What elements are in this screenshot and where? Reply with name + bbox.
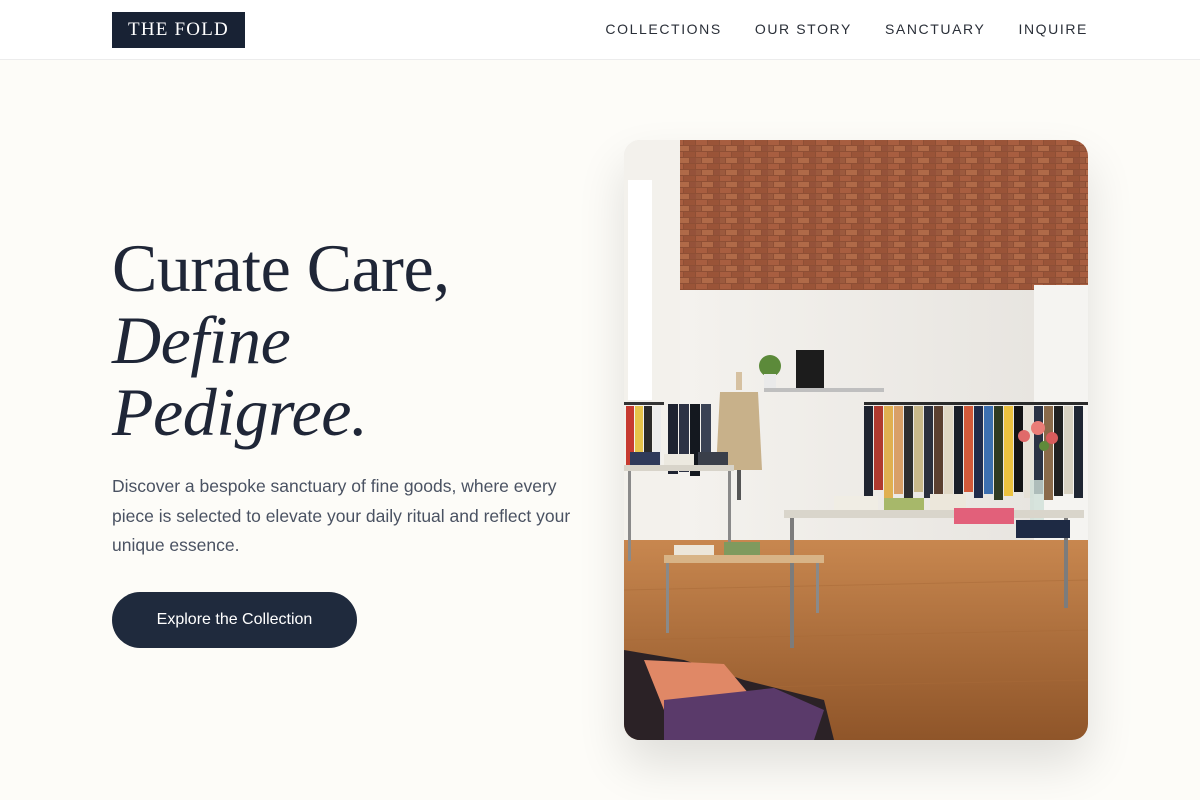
nav-item-sanctuary[interactable]: SANCTUARY <box>885 19 986 39</box>
hero-title-line-1: Curate Care, <box>112 230 450 306</box>
explore-collection-button[interactable]: Explore the Collection <box>112 592 357 648</box>
top-navigation-bar: THE FOLD COLLECTIONS OUR STORY SANCTUARY… <box>0 0 1200 60</box>
nav-item-inquire[interactable]: INQUIRE <box>1018 19 1088 39</box>
hero-title-line-2: Define <box>112 302 291 378</box>
hero-description: Discover a bespoke sanctuary of fine goo… <box>112 476 571 555</box>
nav-item-collections[interactable]: COLLECTIONS <box>605 19 721 39</box>
nav-item-our-story[interactable]: OUR STORY <box>755 19 852 39</box>
boutique-interior-photo <box>624 140 1088 740</box>
hero-title-line-3: Pedigree. <box>112 374 368 450</box>
brand-logo[interactable]: THE FOLD <box>112 12 245 48</box>
hero-title: Curate Care, Define Pedigree. <box>112 232 450 448</box>
main-nav: COLLECTIONS OUR STORY SANCTUARY INQUIRE <box>605 19 1088 39</box>
